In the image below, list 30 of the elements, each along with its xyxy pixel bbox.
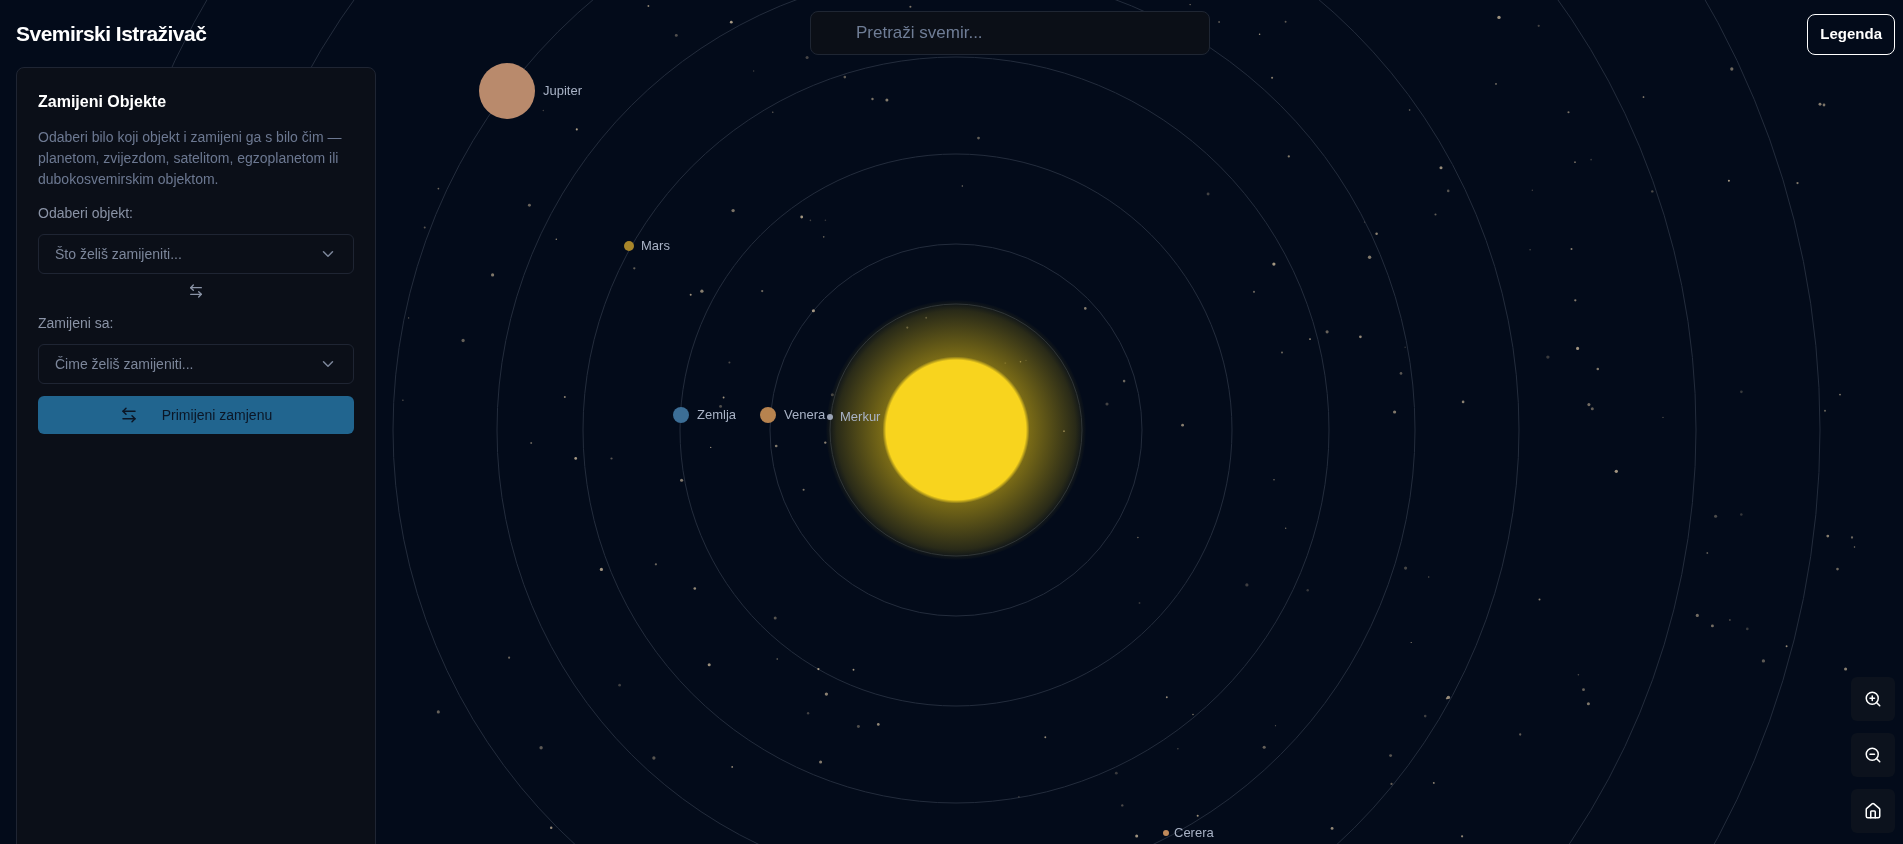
swap-arrows-icon[interactable] (188, 283, 204, 299)
app-title: Svemirski Istraživač (16, 21, 208, 47)
legend-button[interactable]: Legenda (1807, 14, 1895, 55)
planet-icon[interactable] (673, 407, 689, 423)
planet-icon[interactable] (479, 63, 535, 119)
panel-title: Zamijeni Objekte (38, 92, 168, 112)
home-button[interactable] (1851, 789, 1895, 833)
planet-label: Cerera (1174, 825, 1214, 841)
apply-button[interactable]: Primijeni zamjenu (38, 396, 354, 434)
planet-icon[interactable] (1163, 830, 1169, 836)
field-label: Odaberi objekt: (38, 204, 134, 223)
search-field[interactable]: Pretraži svemir... (810, 11, 1210, 55)
zoom-out-button[interactable] (1851, 733, 1895, 777)
field-label: Zamijeni sa: (38, 314, 115, 333)
home-icon (1864, 802, 1882, 820)
planet-label: Venera (784, 407, 826, 423)
planet-icon[interactable] (827, 414, 833, 420)
swap-arrows-icon (119, 406, 138, 424)
panel-description: Odaberi bilo koji objekt i zamijeni ga s bilo čim — planetom, zvijezdom, satelitom, egzoplanetom ili dubokosvemirskim objektom. (38, 128, 343, 189)
planet-label: Zemlja (697, 407, 736, 423)
planet-label: Jupiter (543, 83, 583, 99)
planet-icon[interactable] (760, 407, 776, 423)
zoom-in-icon (1864, 690, 1882, 708)
planet-icon[interactable] (624, 241, 634, 251)
zoom-in-button[interactable] (1851, 677, 1895, 721)
select-field[interactable]: Čime želiš zamijeniti... (38, 344, 354, 384)
select-field[interactable]: Što želiš zamijeniti... (38, 234, 354, 274)
zoom-out-icon (1864, 746, 1882, 764)
planet-label: Mars (641, 238, 670, 254)
planet-label: Merkur (840, 409, 881, 425)
